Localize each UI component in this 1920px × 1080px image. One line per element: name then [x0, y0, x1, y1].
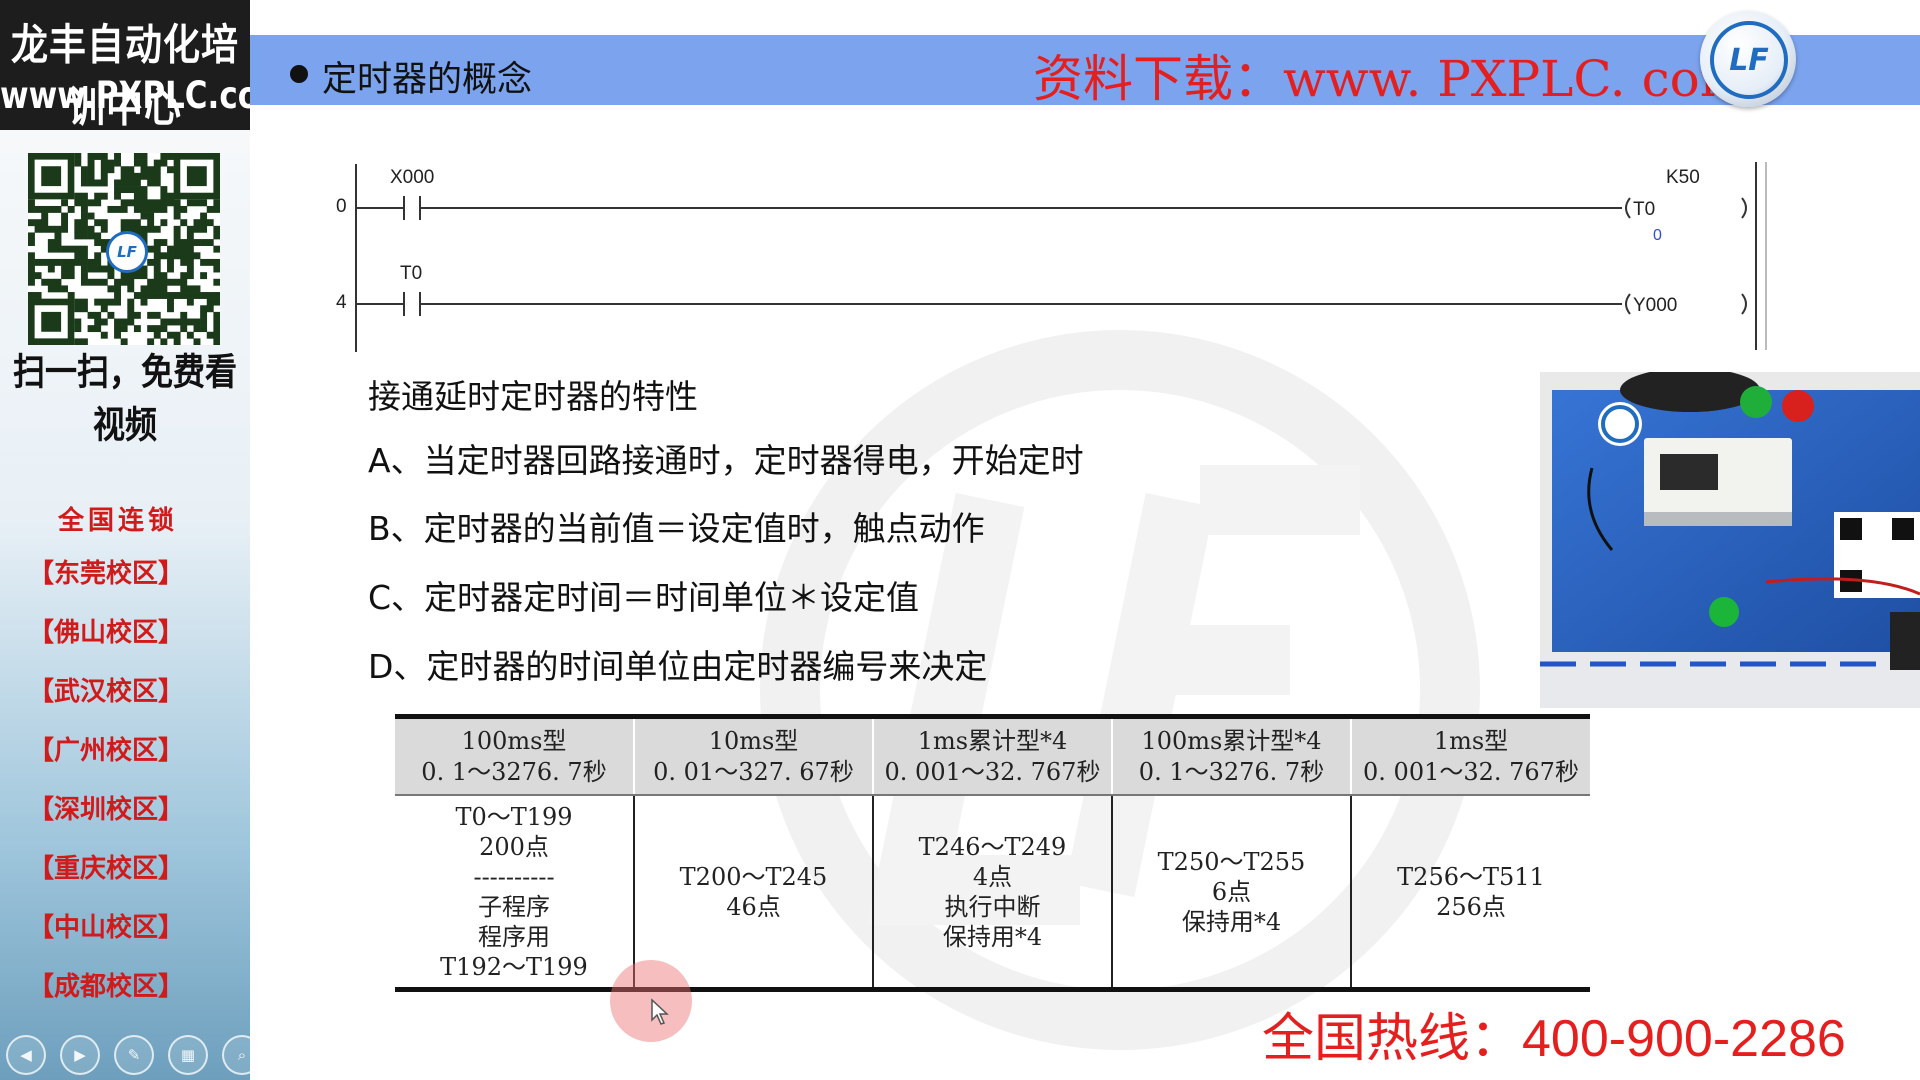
download-banner: 资料下载：www. PXPLC. com	[1033, 50, 1748, 108]
characteristic-item: B、定时器的当前值＝设定值时，触点动作	[368, 509, 985, 548]
campus-link[interactable]: 【武汉校区】	[28, 671, 228, 708]
column-header: 1ms型 0. 001～32. 767秒	[1350, 716, 1590, 796]
qr-finder-pattern	[41, 166, 62, 187]
table-cell: T246～T249 4点 执行中断 保持用*4	[872, 795, 1112, 990]
qr-logo-icon: LF	[106, 231, 148, 273]
column-header: 10ms型 0. 01～327. 67秒	[633, 716, 873, 796]
campus-link[interactable]: 【成都校区】	[28, 966, 228, 1003]
table-cell: T256～T511 256点	[1350, 795, 1590, 990]
campus-link[interactable]: 【重庆校区】	[28, 848, 228, 885]
characteristic-item: D、定时器的时间单位由定时器编号来决定	[368, 647, 988, 686]
campus-link[interactable]: 【广州校区】	[28, 730, 228, 767]
coil-label: T0	[1633, 199, 1655, 220]
coil-label: Y000	[1633, 295, 1677, 316]
prev-icon[interactable]: ◀	[6, 1035, 46, 1075]
setpoint-label: K50	[1666, 167, 1700, 188]
table-cell: T200～T245 46点	[633, 795, 873, 990]
slide-title: 定时器的概念	[322, 60, 533, 100]
column-header: 1ms累计型*4 0. 001～32. 767秒	[872, 716, 1112, 796]
play-icon[interactable]: ▶	[60, 1035, 100, 1075]
hotline-number: 400-900-2286	[1522, 1010, 1846, 1068]
bullet-icon	[290, 65, 308, 83]
timer-table: 100ms型 0. 1～3276. 7秒 10ms型 0. 01～327. 67秒 …	[395, 714, 1590, 992]
sidebar: 龙丰自动化培训中心 www.PXPLC.com LF 扫一扫，免费看视频 全国连…	[0, 0, 250, 1080]
table-cell: T0～T199 200点 ---------- 子程序 程序用 T192～T19…	[440, 802, 588, 981]
table-row: T0～T199 200点 ---------- 子程序 程序用 T192～T19…	[395, 795, 1590, 990]
slideshow-toolbar: ◀ ▶ ✎ ▦ ⌕ •••	[0, 1035, 250, 1075]
mouse-pointer-icon	[651, 998, 669, 1025]
coil-icon	[1625, 197, 1631, 219]
column-header: 100ms累计型*4 0. 1～3276. 7秒	[1111, 716, 1351, 796]
zoom-icon[interactable]: ⌕	[222, 1035, 250, 1075]
characteristics-title: 接通延时定时器的特性	[368, 377, 698, 416]
qr-code: LF	[28, 153, 221, 346]
pen-icon[interactable]: ✎	[114, 1035, 154, 1075]
logo-text: LF	[1710, 21, 1788, 99]
network-title: 全国连锁	[57, 506, 178, 536]
contact-label: T0	[400, 263, 422, 284]
campus-link[interactable]: 【中山校区】	[28, 907, 228, 944]
qr-finder-pattern	[186, 166, 207, 187]
qr-caption: 扫一扫，免费看视频	[12, 350, 237, 447]
plc-training-board-photo	[1540, 372, 1920, 708]
qr-finder-pattern	[41, 311, 62, 332]
table-cell: T250～T255 6点 保持用*4	[1111, 795, 1351, 990]
hotline-label: 全国热线：	[1262, 1009, 1523, 1069]
characteristic-item: A、当定时器回路接通时，定时器得电，开始定时	[368, 441, 1084, 480]
current-value: 0	[1653, 227, 1662, 244]
campus-link[interactable]: 【佛山校区】	[28, 612, 228, 649]
slides-icon[interactable]: ▦	[168, 1035, 208, 1075]
campus-link[interactable]: 【东莞校区】	[28, 553, 228, 590]
lf-logo-icon: LF	[1700, 11, 1796, 107]
brand-block: 龙丰自动化培训中心 www.PXPLC.com	[0, 0, 250, 132]
characteristic-item: C、定时器定时间＝时间单位＊设定值	[368, 578, 920, 617]
ladder-rung: 4 T0 Y000	[336, 263, 1747, 316]
campus-link[interactable]: 【深圳校区】	[28, 789, 228, 826]
coil-icon	[1625, 293, 1631, 315]
hotline: 全国热线：400-900-2286	[1262, 996, 1846, 1071]
step-number: 0	[336, 196, 347, 217]
brand-url: www.PXPLC.com	[0, 74, 250, 118]
contact-label: X000	[390, 167, 434, 188]
column-header: 100ms型 0. 1～3276. 7秒	[395, 716, 634, 796]
slide-header: 定时器的概念 资料下载：www. PXPLC. com LF	[250, 11, 1920, 108]
ladder-diagram: 0 X000 T0 K50 0 4 T0 Y000	[336, 162, 1767, 352]
step-number: 4	[336, 292, 347, 313]
table-header-row: 100ms型 0. 1～3276. 7秒 10ms型 0. 01～327. 67秒 …	[395, 716, 1590, 796]
ladder-rung: 0 X000 T0 K50 0	[336, 167, 1747, 244]
